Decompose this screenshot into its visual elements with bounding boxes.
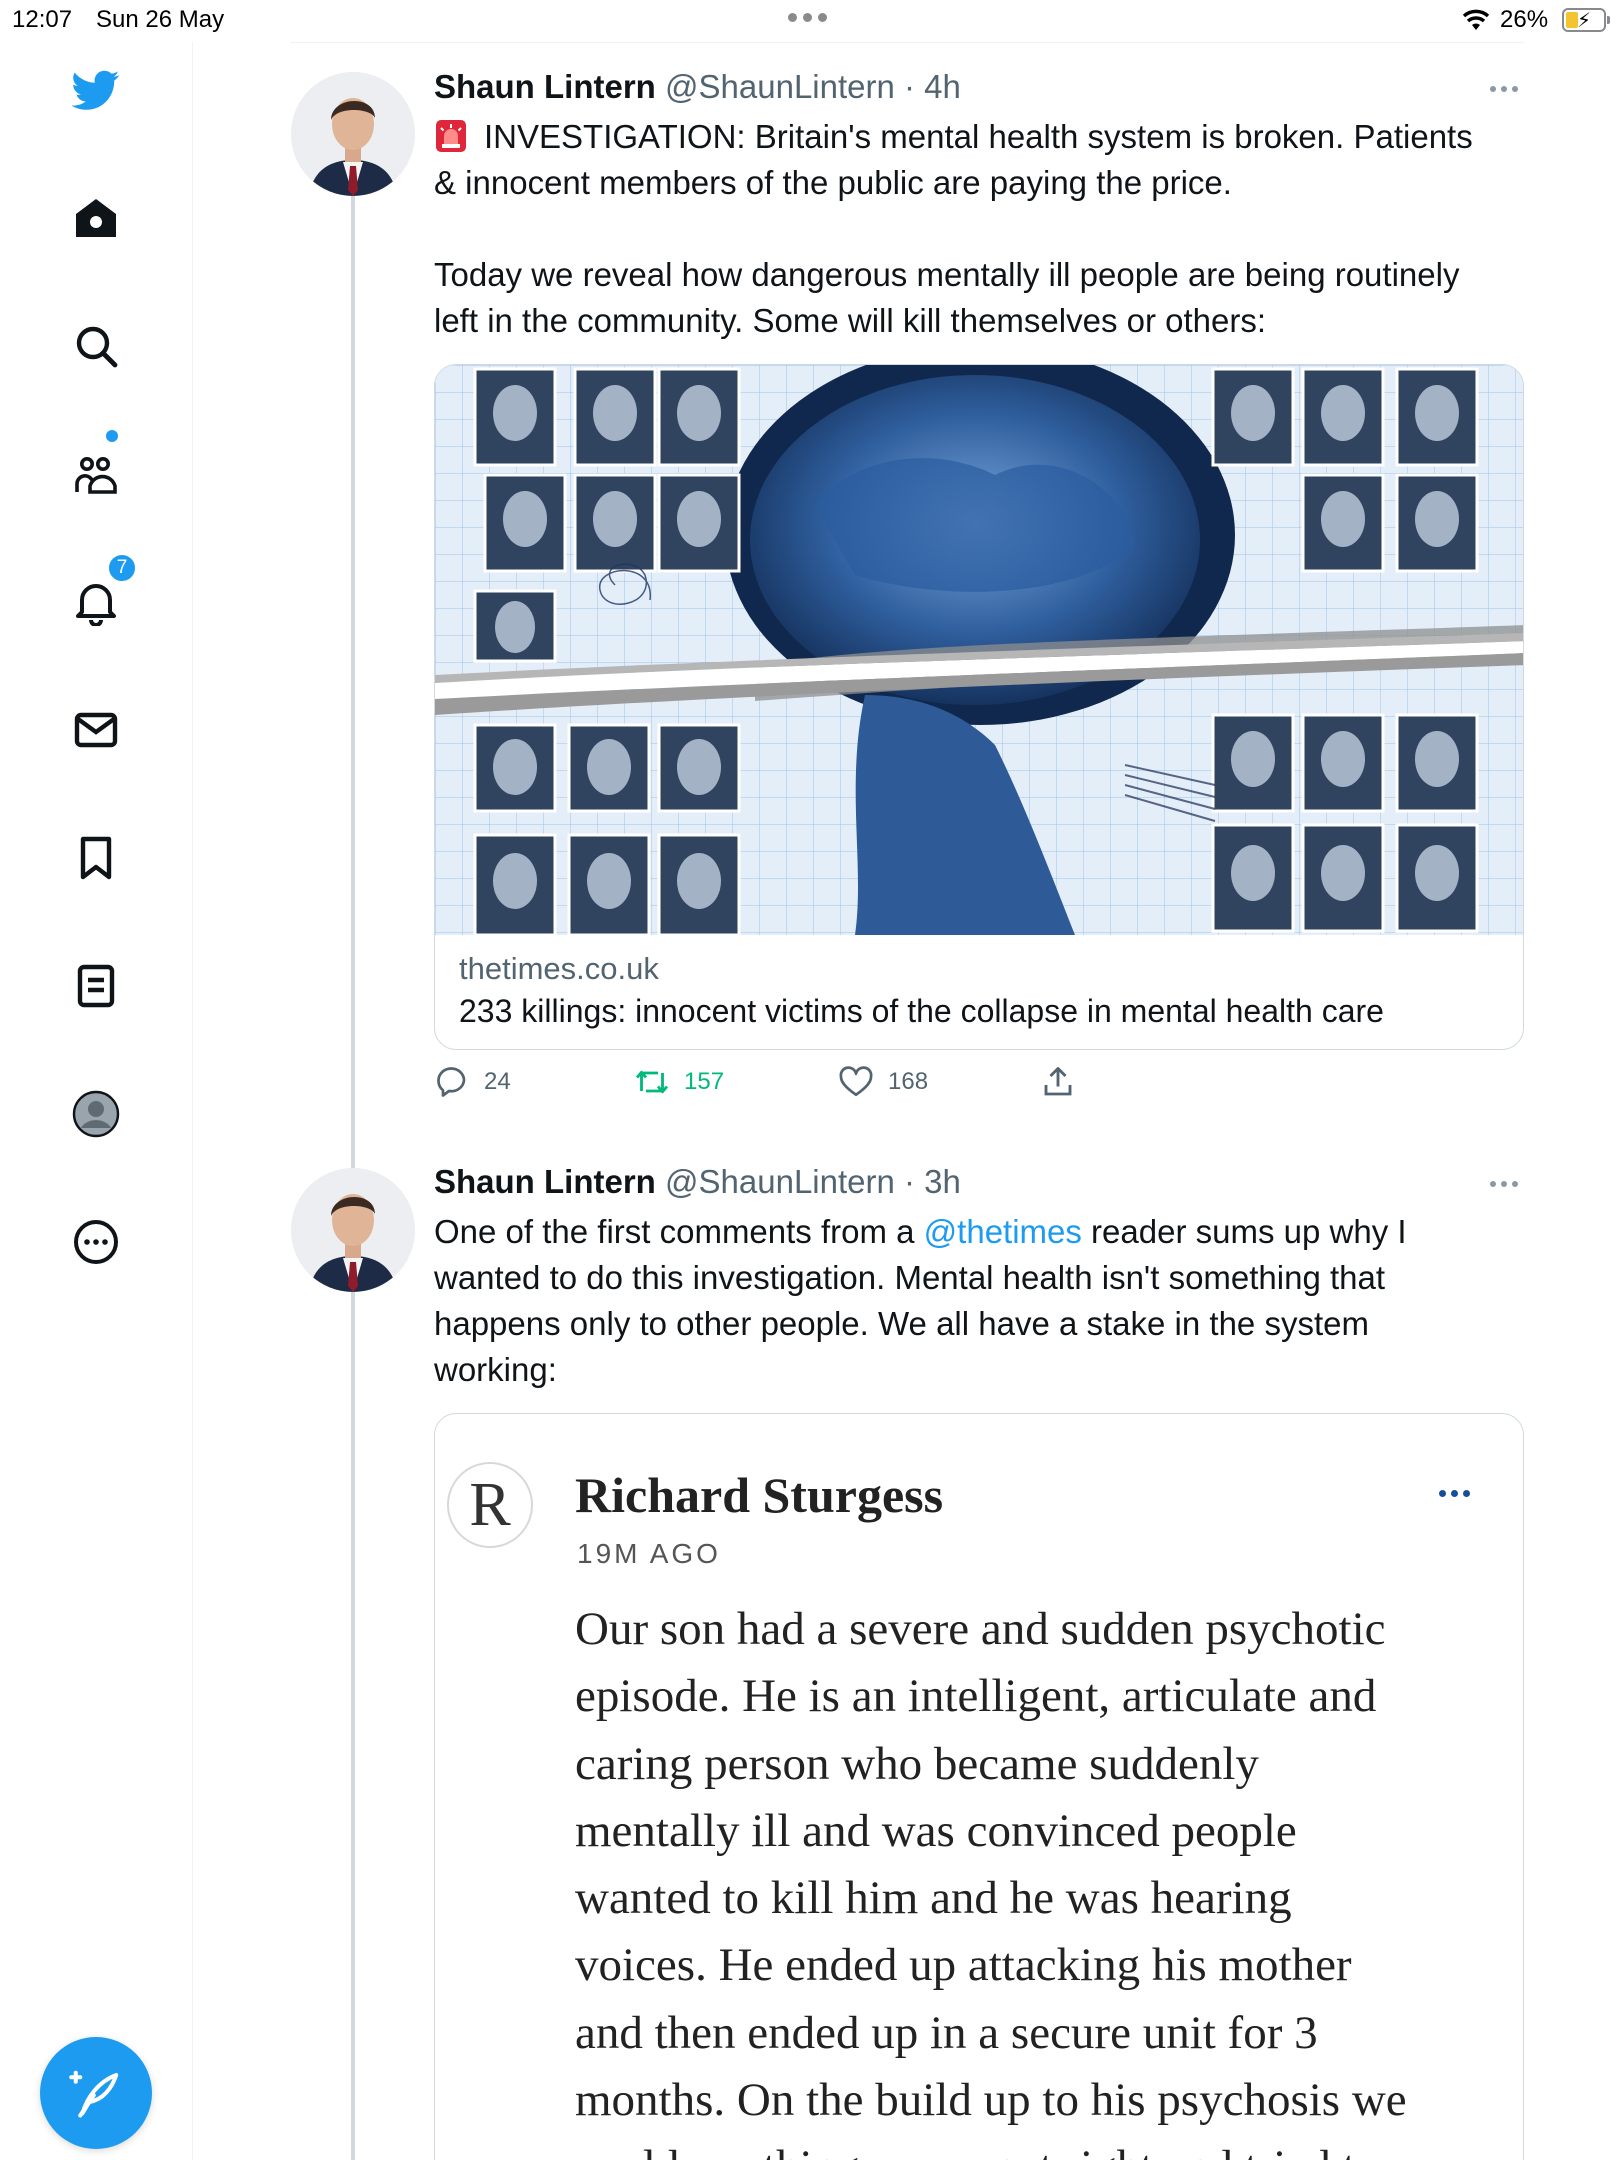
commenter-logo: R bbox=[447, 1462, 533, 1548]
tweet-time[interactable]: · 4h bbox=[904, 68, 961, 105]
twitter-logo-icon[interactable] bbox=[66, 60, 126, 120]
comment-body: Our son had a severe and sudden psychoti… bbox=[575, 1603, 1407, 2160]
card-domain: thetimes.co.uk bbox=[459, 951, 659, 986]
author-name[interactable]: Shaun Lintern bbox=[434, 68, 656, 105]
messages-envelope-icon[interactable] bbox=[66, 700, 126, 760]
like-button[interactable]: 168 bbox=[838, 1064, 928, 1100]
siren-emoji-icon bbox=[434, 118, 468, 154]
author-avatar[interactable] bbox=[291, 72, 415, 196]
article-image bbox=[435, 365, 1523, 937]
wifi-icon bbox=[1462, 9, 1490, 30]
communities-icon[interactable] bbox=[66, 444, 126, 504]
tweet-more-icon[interactable] bbox=[1490, 1181, 1520, 1191]
compose-tweet-button[interactable] bbox=[40, 2037, 152, 2149]
status-time: 12:07 bbox=[12, 6, 73, 33]
card-title: 233 killings: innocent victims of the co… bbox=[459, 993, 1384, 1029]
share-icon bbox=[1044, 1067, 1072, 1096]
comment-more-icon bbox=[1439, 1490, 1470, 1497]
reply-count: 24 bbox=[484, 1068, 511, 1095]
tweet-text: INVESTIGATION: Britain's mental health s… bbox=[434, 118, 1473, 339]
commenter-name: Richard Sturgess bbox=[575, 1467, 944, 1523]
reply-button[interactable]: 24 bbox=[434, 1064, 511, 1100]
profile-avatar-icon[interactable] bbox=[66, 1084, 126, 1144]
author-avatar[interactable] bbox=[291, 1168, 415, 1292]
retweet-icon bbox=[635, 1070, 669, 1094]
battery-percent: 26% bbox=[1500, 6, 1549, 33]
heart-icon bbox=[839, 1066, 873, 1097]
mention-link[interactable]: @thetimes bbox=[924, 1213, 1082, 1250]
search-icon[interactable] bbox=[66, 316, 126, 376]
tweet-more-icon[interactable] bbox=[1490, 86, 1520, 96]
tweet-time[interactable]: · 3h bbox=[904, 1163, 961, 1200]
feed-top-divider bbox=[290, 42, 1524, 43]
home-icon[interactable] bbox=[66, 188, 126, 248]
author-name[interactable]: Shaun Lintern bbox=[434, 1163, 656, 1200]
link-card[interactable]: thetimes.co.uk 233 killings: innocent vi… bbox=[434, 364, 1524, 1050]
retweet-count: 157 bbox=[684, 1068, 725, 1095]
tweet-header: Shaun Lintern @ShaunLintern · 4h bbox=[434, 68, 961, 106]
author-handle[interactable]: @ShaunLintern bbox=[665, 68, 895, 105]
like-count: 168 bbox=[888, 1068, 929, 1095]
battery-icon: ⚡ bbox=[1562, 8, 1610, 32]
status-bar: 12:07 Sun 26 May 26% ⚡ bbox=[0, 0, 1620, 42]
retweet-button[interactable]: 157 bbox=[634, 1064, 724, 1100]
notifications-badge: 7 bbox=[106, 552, 138, 584]
sidebar: 7 bbox=[0, 42, 193, 2160]
embedded-comment-image[interactable]: R Richard Sturgess 19M AGO Our son had a… bbox=[434, 1413, 1524, 2160]
more-options-icon[interactable] bbox=[66, 1212, 126, 1272]
tweet-text: One of the first comments from a @thetim… bbox=[434, 1213, 1407, 1388]
share-button[interactable] bbox=[1040, 1064, 1076, 1100]
communities-dot-badge bbox=[106, 430, 118, 442]
reply-icon bbox=[437, 1067, 466, 1097]
status-date: Sun 26 May bbox=[96, 6, 225, 33]
compose-icon bbox=[69, 2070, 119, 2118]
bookmark-icon[interactable] bbox=[66, 828, 126, 888]
comment-time: 19M AGO bbox=[577, 1538, 721, 1569]
multitask-dots-icon[interactable] bbox=[788, 13, 827, 22]
tweet-header: Shaun Lintern @ShaunLintern · 3h bbox=[434, 1163, 961, 1201]
lists-icon[interactable] bbox=[66, 956, 126, 1016]
tweet-actions: 24 157 168 bbox=[434, 1064, 1524, 1114]
author-handle[interactable]: @ShaunLintern bbox=[665, 1163, 895, 1200]
